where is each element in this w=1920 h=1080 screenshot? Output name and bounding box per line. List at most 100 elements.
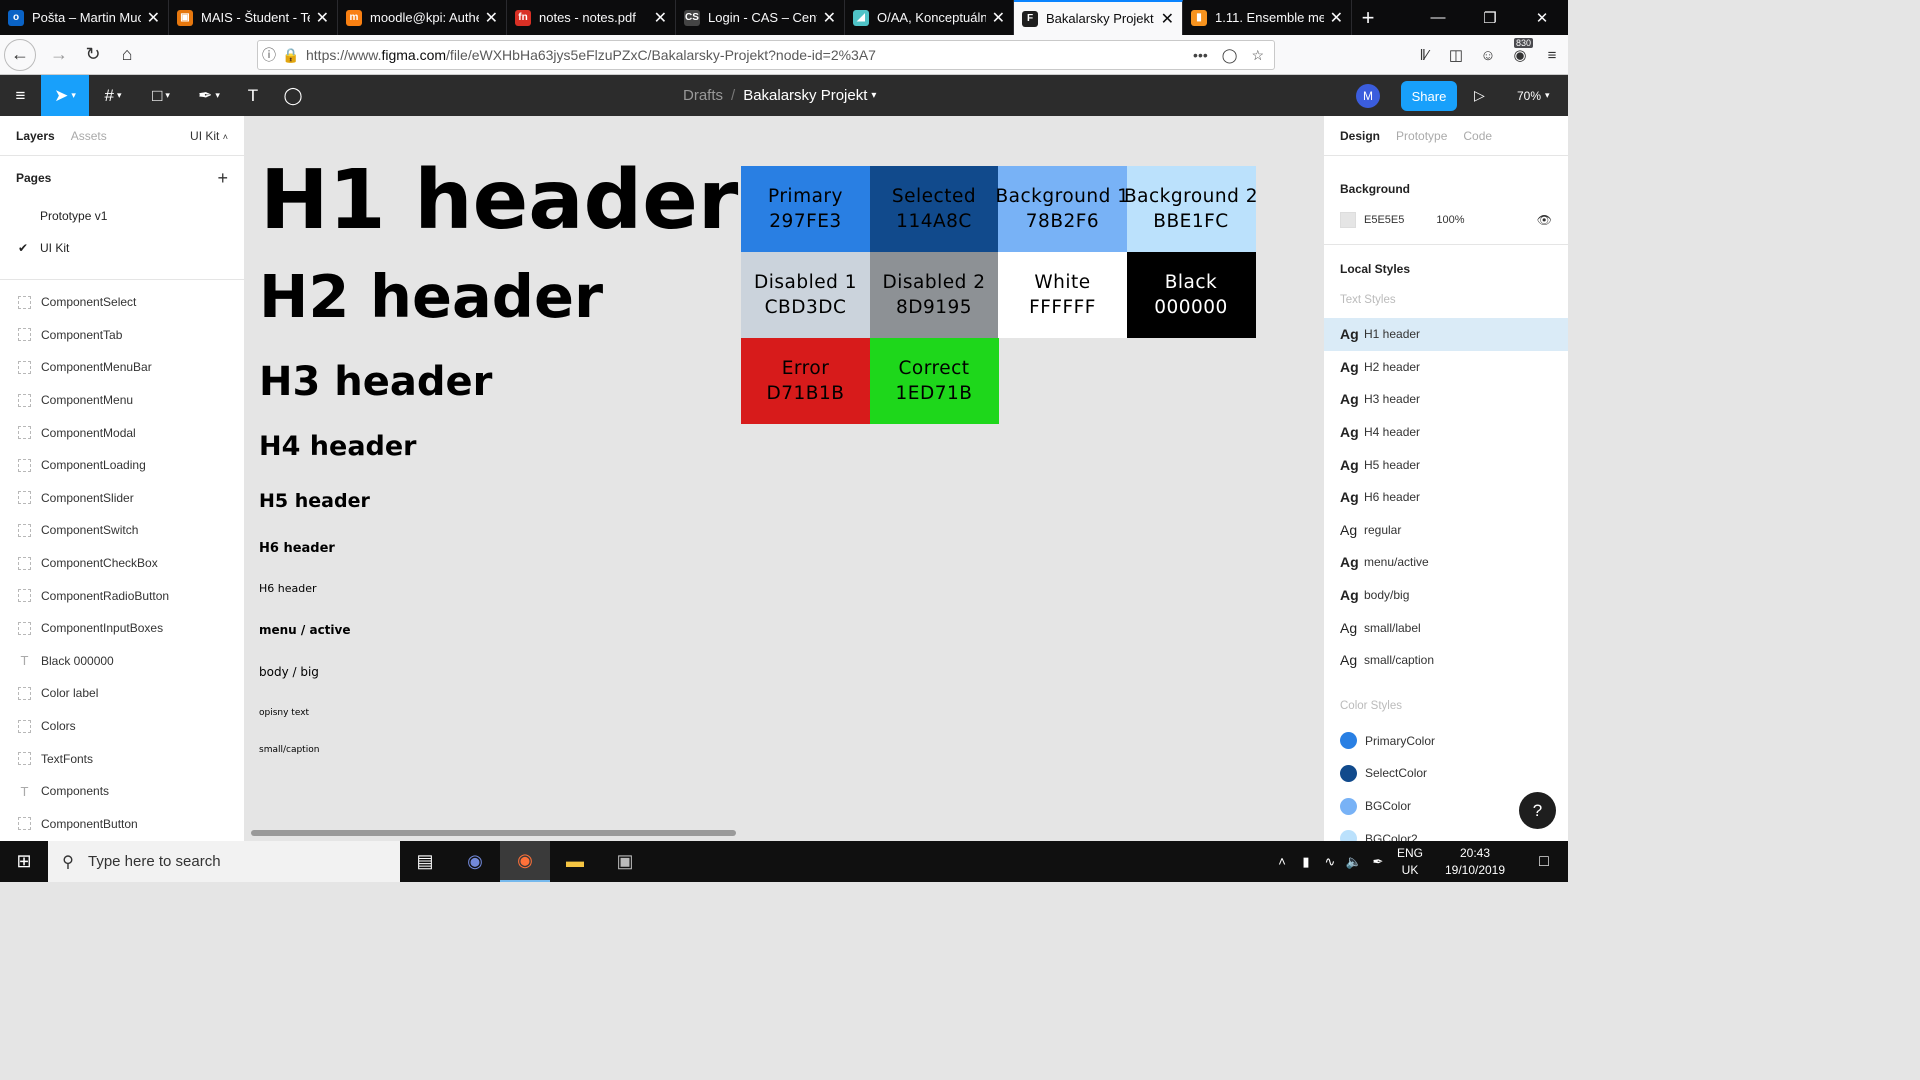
battery-icon[interactable]: ▮ bbox=[1294, 854, 1318, 870]
add-page-icon[interactable]: + bbox=[217, 168, 228, 189]
browser-tab[interactable]: ◢ O/AA, Konceptuálny ✕ bbox=[845, 0, 1014, 35]
color-swatch[interactable]: Background 2 BBE1FC bbox=[1124, 166, 1258, 252]
browser-tab[interactable]: CS Login - CAS – Centr ✕ bbox=[676, 0, 845, 35]
reload-icon[interactable]: ↻ bbox=[76, 39, 110, 71]
chevron-down-icon[interactable]: ▾ bbox=[871, 90, 876, 101]
page-item[interactable]: ✔ UI Kit bbox=[0, 232, 244, 264]
background-row[interactable]: E5E5E5 100% 👁 bbox=[1324, 204, 1568, 236]
shape-tool-icon[interactable]: □ ▾ bbox=[137, 75, 185, 116]
page-selector[interactable]: UI Kit ˄ bbox=[190, 129, 228, 143]
tab-layers[interactable]: Layers bbox=[16, 129, 55, 143]
minimize-icon[interactable]: — bbox=[1412, 0, 1464, 35]
url-text[interactable]: https://www.figma.com/file/eWXHbHa63jys5… bbox=[306, 47, 1193, 63]
url-bar[interactable]: ⓘ 🔒 https://www.figma.com/file/eWXHbHa63… bbox=[257, 40, 1275, 70]
color-swatch[interactable]: Primary 297FE3 bbox=[741, 166, 870, 252]
close-icon[interactable]: ✕ bbox=[992, 8, 1005, 28]
hamburger-icon[interactable]: ≡ bbox=[0, 75, 41, 116]
clock[interactable]: 20:43 19/10/2019 bbox=[1430, 845, 1520, 879]
background-hex[interactable]: E5E5E5 bbox=[1364, 214, 1404, 226]
text-style-item[interactable]: Ag H2 header bbox=[1324, 351, 1568, 384]
share-button[interactable]: Share bbox=[1401, 81, 1457, 111]
info-icon[interactable]: ⓘ bbox=[258, 45, 280, 65]
firefox-icon[interactable]: ◉ bbox=[500, 841, 550, 882]
layer-row[interactable]: T Black 000000 bbox=[0, 645, 244, 678]
layer-row[interactable]: ComponentButton bbox=[0, 808, 244, 841]
page-item[interactable]: Prototype v1 bbox=[0, 200, 244, 232]
tab-prototype[interactable]: Prototype bbox=[1396, 129, 1447, 143]
color-swatch[interactable]: Black 000000 bbox=[1126, 252, 1256, 338]
close-icon[interactable]: ✕ bbox=[147, 8, 160, 28]
color-style-item[interactable]: PrimaryColor bbox=[1324, 725, 1568, 758]
page-actions-icon[interactable]: ••• bbox=[1193, 47, 1208, 64]
close-icon[interactable]: ✕ bbox=[823, 8, 836, 28]
color-swatch[interactable]: Background 1 78B2F6 bbox=[995, 166, 1129, 252]
text-style-item[interactable]: Ag menu/active bbox=[1324, 546, 1568, 579]
app-icon[interactable]: ▣ bbox=[600, 841, 650, 882]
layer-row[interactable]: ComponentCheckBox bbox=[0, 547, 244, 580]
pocket-icon[interactable]: ◯ bbox=[1222, 47, 1238, 64]
horizontal-scrollbar[interactable] bbox=[251, 830, 736, 836]
layer-row[interactable]: ComponentRadioButton bbox=[0, 579, 244, 612]
windows-start-icon[interactable]: ⊞ bbox=[0, 841, 48, 882]
color-swatch[interactable]: Error D71B1B bbox=[741, 338, 870, 424]
menu-icon[interactable]: ≡ bbox=[1536, 47, 1568, 64]
text-style-item[interactable]: Ag H3 header bbox=[1324, 383, 1568, 416]
chevron-up-icon[interactable]: ˄ bbox=[1270, 854, 1294, 869]
text-style-item[interactable]: Ag regular bbox=[1324, 514, 1568, 547]
back-arrow-icon[interactable]: ← bbox=[4, 38, 36, 71]
language-indicator[interactable]: ENG UK bbox=[1390, 845, 1430, 879]
text-style-item[interactable]: Ag H4 header bbox=[1324, 416, 1568, 449]
browser-tab[interactable]: o Pošta – Martin Muchy ✕ bbox=[0, 0, 169, 35]
present-icon[interactable]: ▷ bbox=[1474, 75, 1485, 116]
canvas[interactable]: H1 header H2 header H3 header H4 header H5 h… bbox=[245, 116, 1323, 841]
browser-tab[interactable]: ▣ MAIS - Študent - Te ✕ bbox=[169, 0, 338, 35]
discord-icon[interactable]: ◉ bbox=[450, 841, 500, 882]
close-window-icon[interactable]: ✕ bbox=[1516, 0, 1568, 35]
color-swatch[interactable]: Disabled 1 CBD3DC bbox=[741, 252, 870, 338]
layer-row[interactable]: ComponentSelect bbox=[0, 286, 244, 319]
volume-icon[interactable]: 🔈 bbox=[1342, 854, 1366, 870]
text-style-item[interactable]: Ag small/caption bbox=[1324, 644, 1568, 677]
account-icon[interactable]: ☺ bbox=[1472, 47, 1504, 64]
layer-row[interactable]: ComponentSlider bbox=[0, 482, 244, 515]
file-explorer-icon[interactable]: ▬ bbox=[550, 841, 600, 882]
browser-tab[interactable]: ▮ 1.11. Ensemble meth ✕ bbox=[1183, 0, 1352, 35]
task-view-icon[interactable]: ▤ bbox=[400, 841, 450, 882]
home-icon[interactable]: ⌂ bbox=[110, 39, 144, 71]
layer-row[interactable]: ComponentTab bbox=[0, 319, 244, 352]
pen-tool-icon[interactable]: ✒ ▾ bbox=[185, 75, 233, 116]
layer-row[interactable]: ComponentLoading bbox=[0, 449, 244, 482]
layer-row[interactable]: ComponentSwitch bbox=[0, 514, 244, 547]
text-style-item[interactable]: Ag small/label bbox=[1324, 611, 1568, 644]
file-name[interactable]: Bakalarsky Projekt bbox=[743, 87, 867, 104]
layer-row[interactable]: T Components bbox=[0, 775, 244, 808]
wifi-icon[interactable]: ∿ bbox=[1318, 854, 1342, 870]
layer-row[interactable]: TextFonts bbox=[0, 742, 244, 775]
notifications-icon[interactable]: □ bbox=[1520, 853, 1568, 871]
help-button[interactable]: ? bbox=[1519, 792, 1556, 829]
color-swatch[interactable]: Correct 1ED71B bbox=[869, 338, 999, 424]
frame-tool-icon[interactable]: # ▾ bbox=[89, 75, 137, 116]
text-style-item[interactable]: Ag body/big bbox=[1324, 579, 1568, 612]
restore-icon[interactable]: ❐ bbox=[1464, 0, 1516, 35]
color-swatch[interactable]: White FFFFFF bbox=[998, 252, 1127, 338]
close-icon[interactable]: ✕ bbox=[1161, 9, 1174, 29]
browser-tab[interactable]: F Bakalarsky Projekt – ✕ bbox=[1014, 0, 1183, 35]
background-opacity[interactable]: 100% bbox=[1436, 214, 1464, 226]
comment-tool-icon[interactable]: ◯ bbox=[273, 75, 313, 116]
color-style-item[interactable]: SelectColor bbox=[1324, 757, 1568, 790]
pen-icon[interactable]: ✒ bbox=[1366, 854, 1390, 870]
layer-row[interactable]: ComponentMenuBar bbox=[0, 351, 244, 384]
tab-assets[interactable]: Assets bbox=[71, 129, 107, 143]
color-swatch[interactable]: Selected 114A8C bbox=[869, 166, 999, 252]
text-style-item[interactable]: Ag H6 header bbox=[1324, 481, 1568, 514]
crumb-drafts[interactable]: Drafts bbox=[683, 87, 723, 104]
taskbar-search[interactable]: ⚲ Type here to search bbox=[48, 841, 400, 882]
zoom-dropdown[interactable]: 70% ▾ bbox=[1517, 75, 1550, 116]
browser-tab[interactable]: m moodle@kpi: Authe ✕ bbox=[338, 0, 507, 35]
layer-row[interactable]: ComponentMenu bbox=[0, 384, 244, 417]
avatar[interactable]: M bbox=[1356, 84, 1380, 108]
browser-tab[interactable]: fn notes - notes.pdf ✕ bbox=[507, 0, 676, 35]
color-swatch[interactable]: Disabled 2 8D9195 bbox=[869, 252, 999, 338]
text-tool-icon[interactable]: T bbox=[233, 75, 273, 116]
